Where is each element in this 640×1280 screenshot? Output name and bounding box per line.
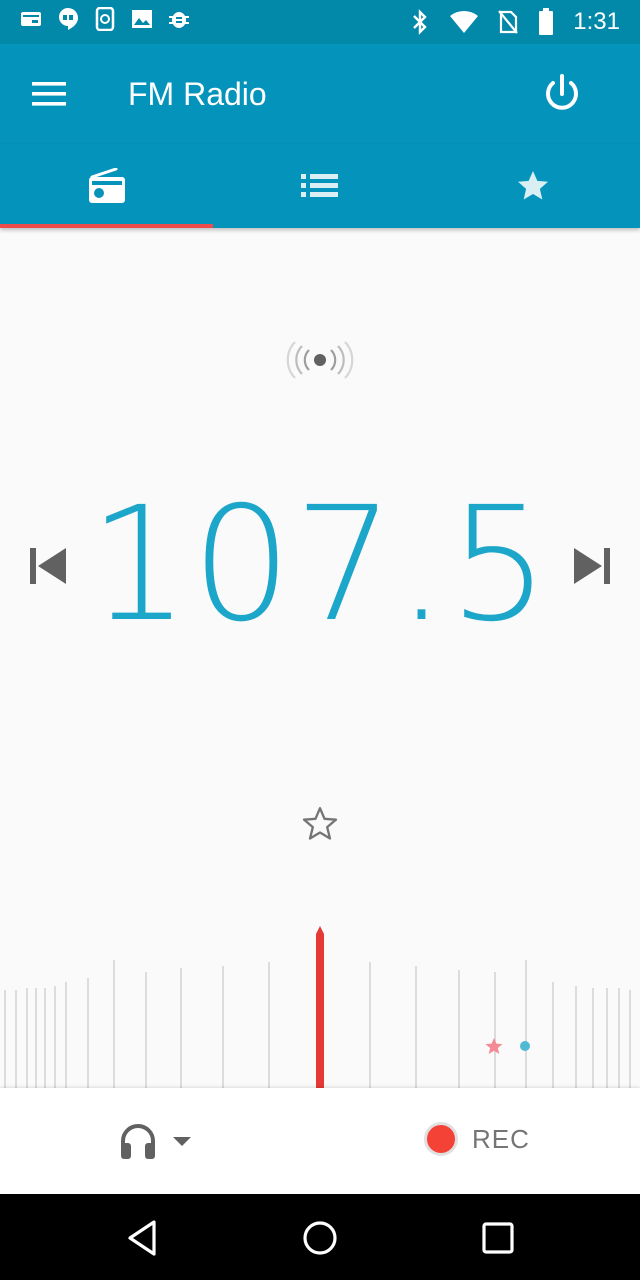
- record-button[interactable]: REC: [424, 1122, 530, 1156]
- status-bar: 1:31: [0, 0, 640, 44]
- wifi-icon: [449, 10, 479, 34]
- recents-icon: [482, 1222, 514, 1254]
- tab-favorites[interactable]: [427, 144, 640, 228]
- battery-icon: [537, 8, 555, 35]
- skip-previous-icon: [30, 548, 66, 584]
- tuning-dial[interactable]: [0, 920, 640, 1088]
- tuning-needle: [316, 926, 324, 1088]
- notification-icons: [20, 7, 190, 31]
- recents-button[interactable]: [476, 1216, 520, 1260]
- menu-button[interactable]: [28, 74, 72, 114]
- radio-icon: [88, 168, 125, 203]
- headphones-icon: [121, 1124, 155, 1159]
- seek-previous-button[interactable]: [26, 544, 70, 588]
- bug-icon: [168, 8, 190, 30]
- tab-radio[interactable]: [0, 144, 214, 228]
- dropdown-arrow-icon: [173, 1137, 191, 1146]
- home-button[interactable]: [298, 1216, 342, 1260]
- favorite-marker-star-icon: [485, 1038, 503, 1054]
- star-icon: [518, 171, 549, 200]
- hangouts-icon: [57, 8, 79, 30]
- no-sim-icon: [497, 10, 519, 34]
- phone-sync-icon: [94, 7, 116, 31]
- frequency-text: 107.5: [88, 473, 552, 657]
- broadcast-icon: [286, 341, 354, 379]
- tab-station-list[interactable]: [213, 144, 426, 228]
- tab-indicator: [0, 224, 214, 228]
- bluetooth-icon: [409, 9, 431, 35]
- station-marker-dot: [520, 1041, 530, 1051]
- status-time: 1:31: [573, 8, 620, 35]
- image-icon: [131, 8, 153, 30]
- frequency-display: 107.5: [0, 480, 640, 650]
- record-label: REC: [472, 1123, 530, 1154]
- system-navigation-bar: [0, 1194, 640, 1280]
- star-outline-icon: [302, 807, 338, 840]
- signal-indicator: [282, 340, 358, 380]
- power-button[interactable]: [538, 70, 586, 118]
- tab-bar: [0, 144, 640, 228]
- list-icon: [300, 174, 338, 197]
- back-button[interactable]: [122, 1216, 166, 1260]
- audio-output-button[interactable]: [118, 1122, 192, 1160]
- back-icon: [128, 1220, 156, 1256]
- home-icon: [303, 1221, 337, 1255]
- app-bar: FM Radio: [0, 44, 640, 144]
- skip-next-icon: [574, 548, 610, 584]
- bottom-controls: REC: [0, 1088, 640, 1194]
- menu-icon: [32, 82, 66, 106]
- app-title: FM Radio: [128, 76, 267, 112]
- power-icon: [546, 74, 578, 110]
- dial-svg: [4, 926, 631, 1088]
- system-icons: 1:31: [409, 6, 620, 38]
- add-favorite-button[interactable]: [300, 804, 340, 844]
- record-dot-icon: [424, 1122, 458, 1156]
- card-icon: [20, 8, 42, 30]
- seek-next-button[interactable]: [570, 544, 614, 588]
